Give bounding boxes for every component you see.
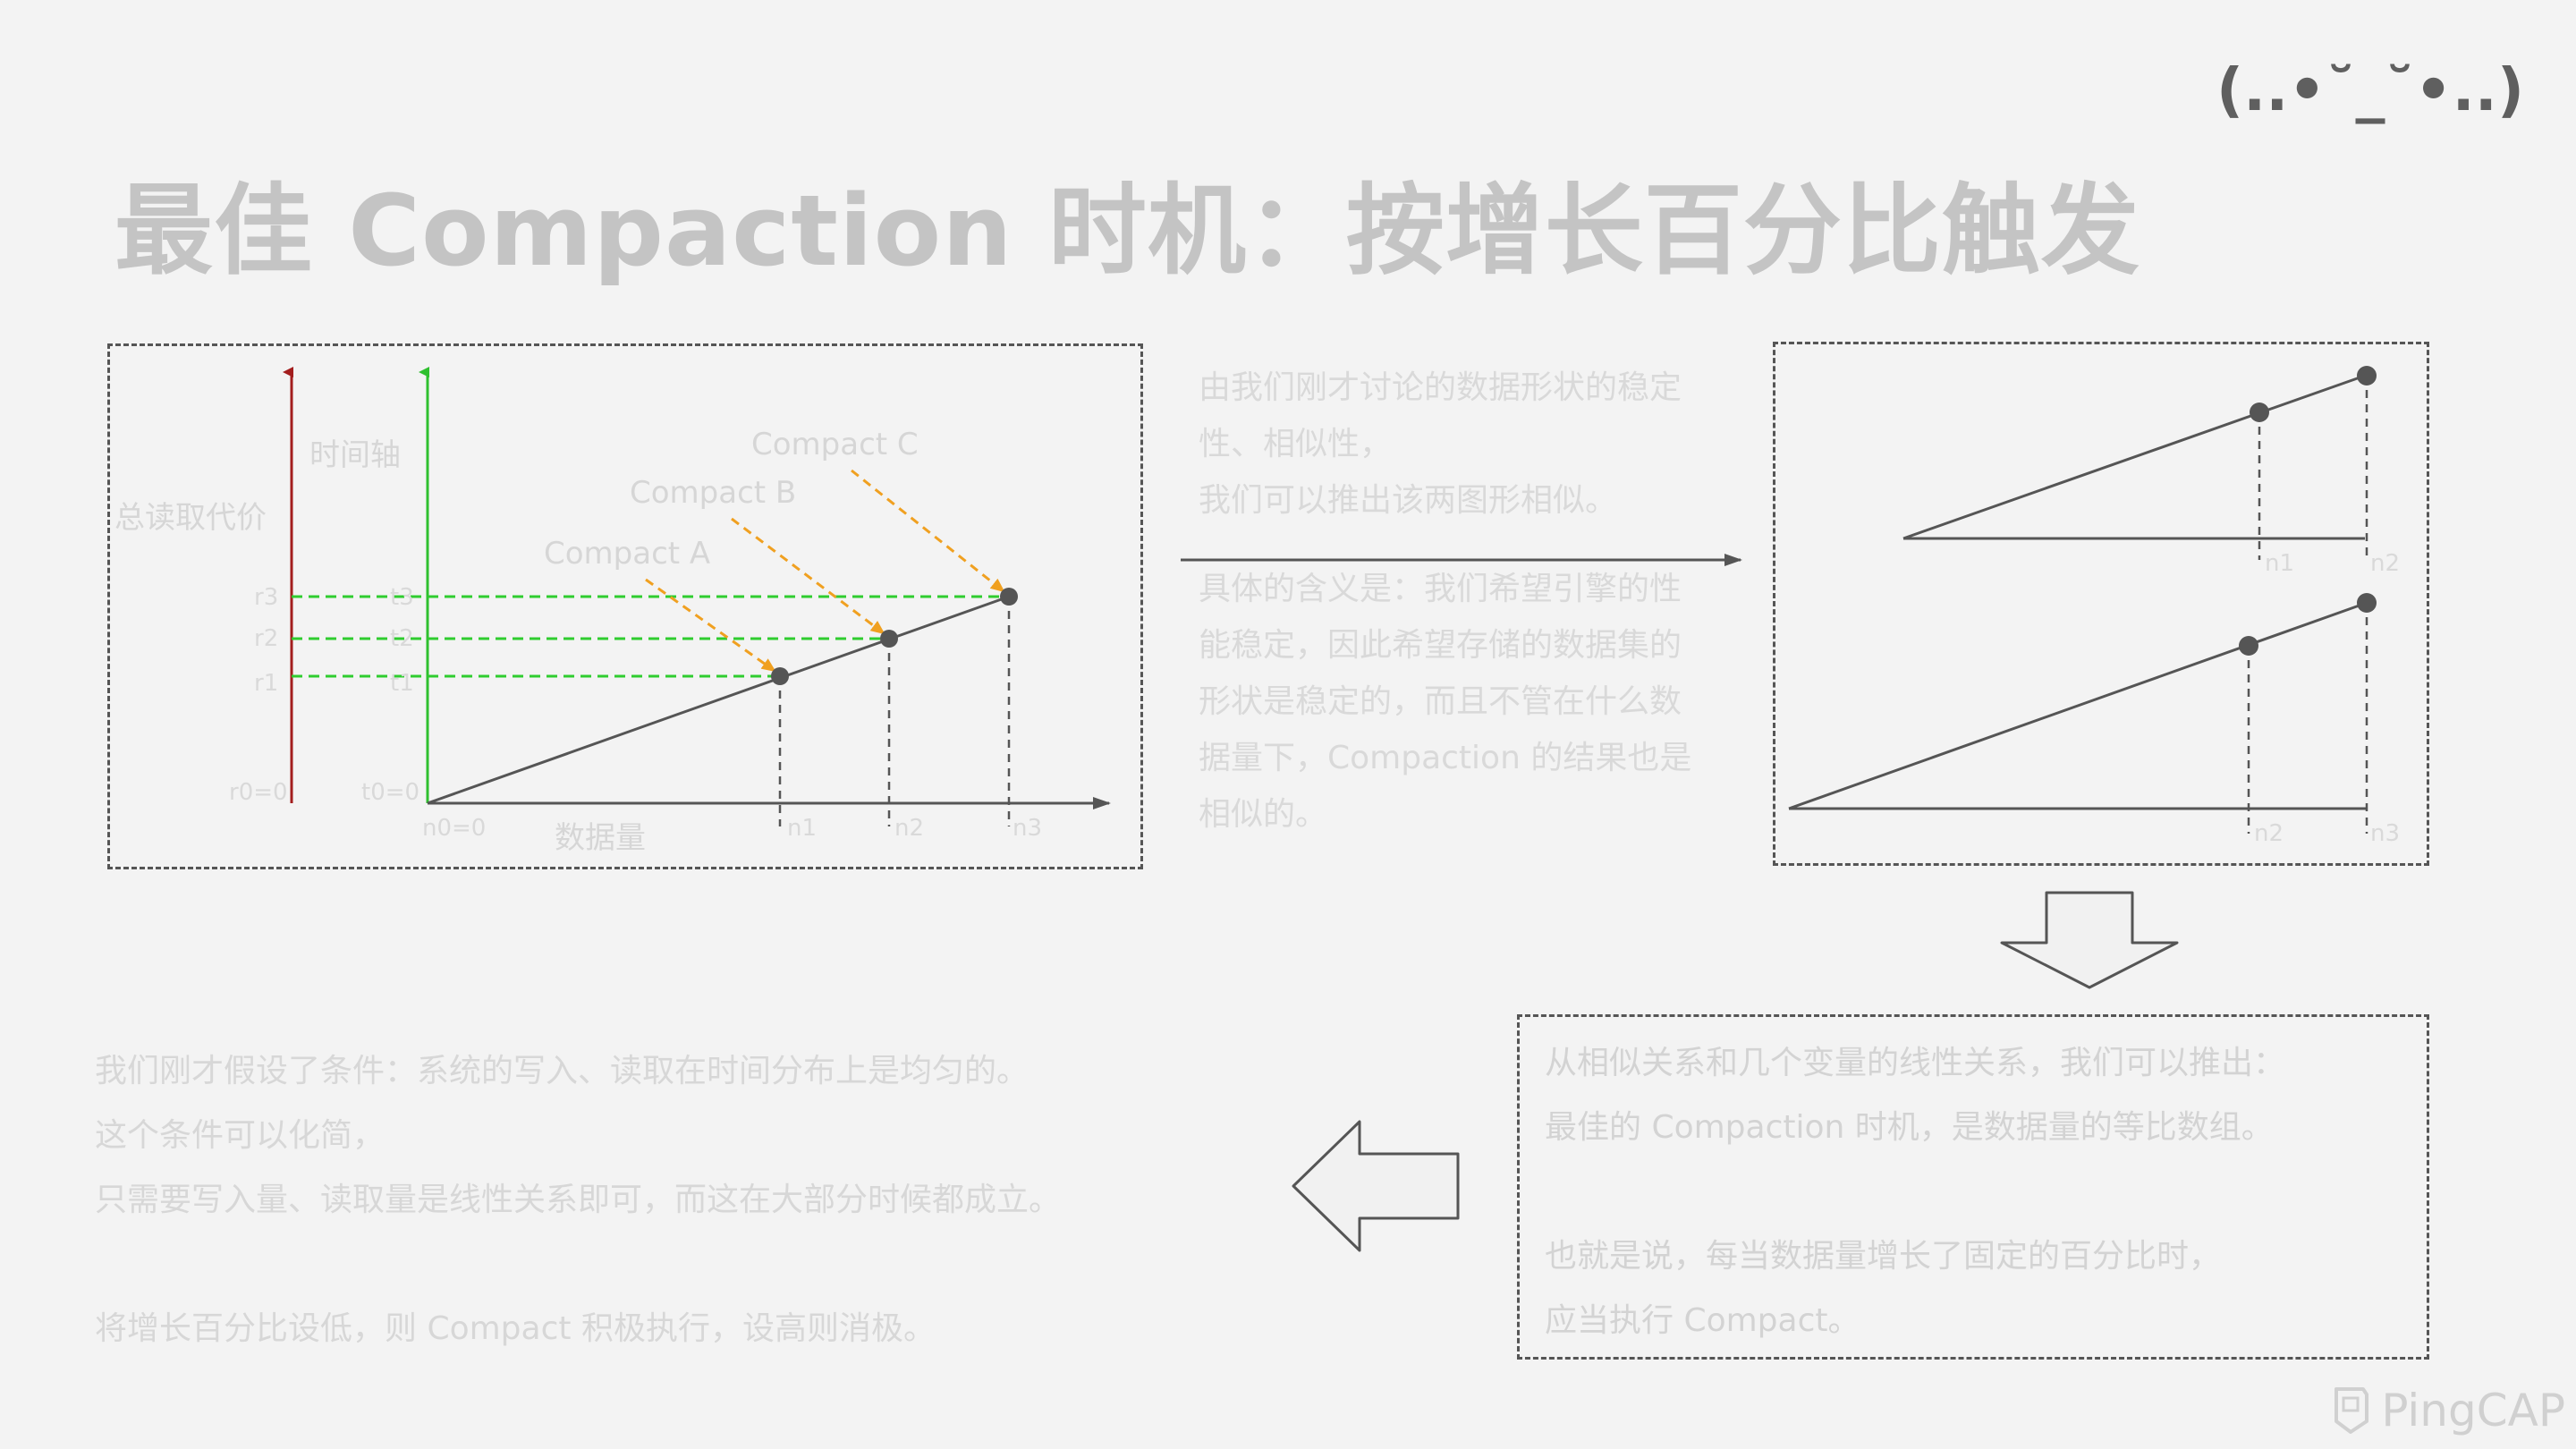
compact-c-label: Compact C bbox=[751, 427, 919, 462]
n2-tick: n2 bbox=[894, 815, 924, 842]
right-diagram-frame bbox=[1773, 342, 2429, 866]
cost-axis-label: 总读取代价 bbox=[114, 500, 267, 536]
time-axis-label: 时间轴 bbox=[309, 437, 401, 473]
growth-line bbox=[427, 595, 1010, 805]
compact-b-label: Compact B bbox=[630, 475, 796, 511]
pingcap-logo: PingCAP bbox=[2331, 1385, 2565, 1436]
t0-tick: t0=0 bbox=[361, 779, 419, 806]
similarity-paragraph: 由我们刚才讨论的数据形状的稳定 性、相似性， 我们可以推出该两图形相似。 bbox=[1199, 369, 1682, 519]
t1-tick: t1 bbox=[390, 670, 414, 697]
r3-tick: r3 bbox=[254, 584, 278, 611]
left-block-arrow bbox=[1292, 1120, 1460, 1252]
pingcap-logo-text: PingCAP bbox=[2381, 1385, 2565, 1436]
compact-c-arrow bbox=[851, 469, 1005, 593]
pingcap-logo-icon bbox=[2334, 1387, 2369, 1434]
r0-tick: r0=0 bbox=[229, 779, 288, 806]
point-n3 bbox=[1000, 588, 1018, 606]
down-block-arrow bbox=[2000, 891, 2179, 989]
conclusion-box: 从相似关系和几个变量的线性关系，我们可以推出： 最佳的 Compaction 时… bbox=[1517, 1014, 2429, 1360]
meaning-paragraph: 具体的含义是：我们希望引擎的性 能稳定，因此希望存储的数据集的 形状是稳定的，而… bbox=[1199, 571, 1692, 833]
assumption-text: 我们刚才假设了条件：系统的写入、读取在时间分布上是均匀的。 这个条件可以化简， … bbox=[95, 1053, 1062, 1347]
n3-tick: n3 bbox=[1013, 815, 1042, 842]
point-n1 bbox=[771, 667, 789, 685]
t2-tick: t2 bbox=[390, 625, 414, 652]
middle-description: 由我们刚才讨论的数据形状的稳定 性、相似性， 我们可以推出该两图形相似。 具体的… bbox=[1199, 360, 1753, 843]
bottom-left-notes: 我们刚才假设了条件：系统的写入、读取在时间分布上是均匀的。 这个条件可以化简， … bbox=[95, 1039, 1240, 1361]
n1-tick: n1 bbox=[787, 815, 817, 842]
conclusion-text: 从相似关系和几个变量的线性关系，我们可以推出： 最佳的 Compaction 时… bbox=[1545, 1045, 2286, 1339]
point-n2 bbox=[880, 630, 898, 648]
x-axis-label: 数据量 bbox=[555, 820, 646, 856]
r2-tick: r2 bbox=[254, 625, 278, 652]
n0-tick: n0=0 bbox=[422, 815, 486, 842]
compact-b-arrow bbox=[731, 517, 886, 635]
compact-a-arrow bbox=[645, 578, 776, 673]
t3-tick: t3 bbox=[390, 584, 414, 611]
r1-tick: r1 bbox=[254, 670, 278, 697]
compact-a-label: Compact A bbox=[544, 536, 710, 572]
